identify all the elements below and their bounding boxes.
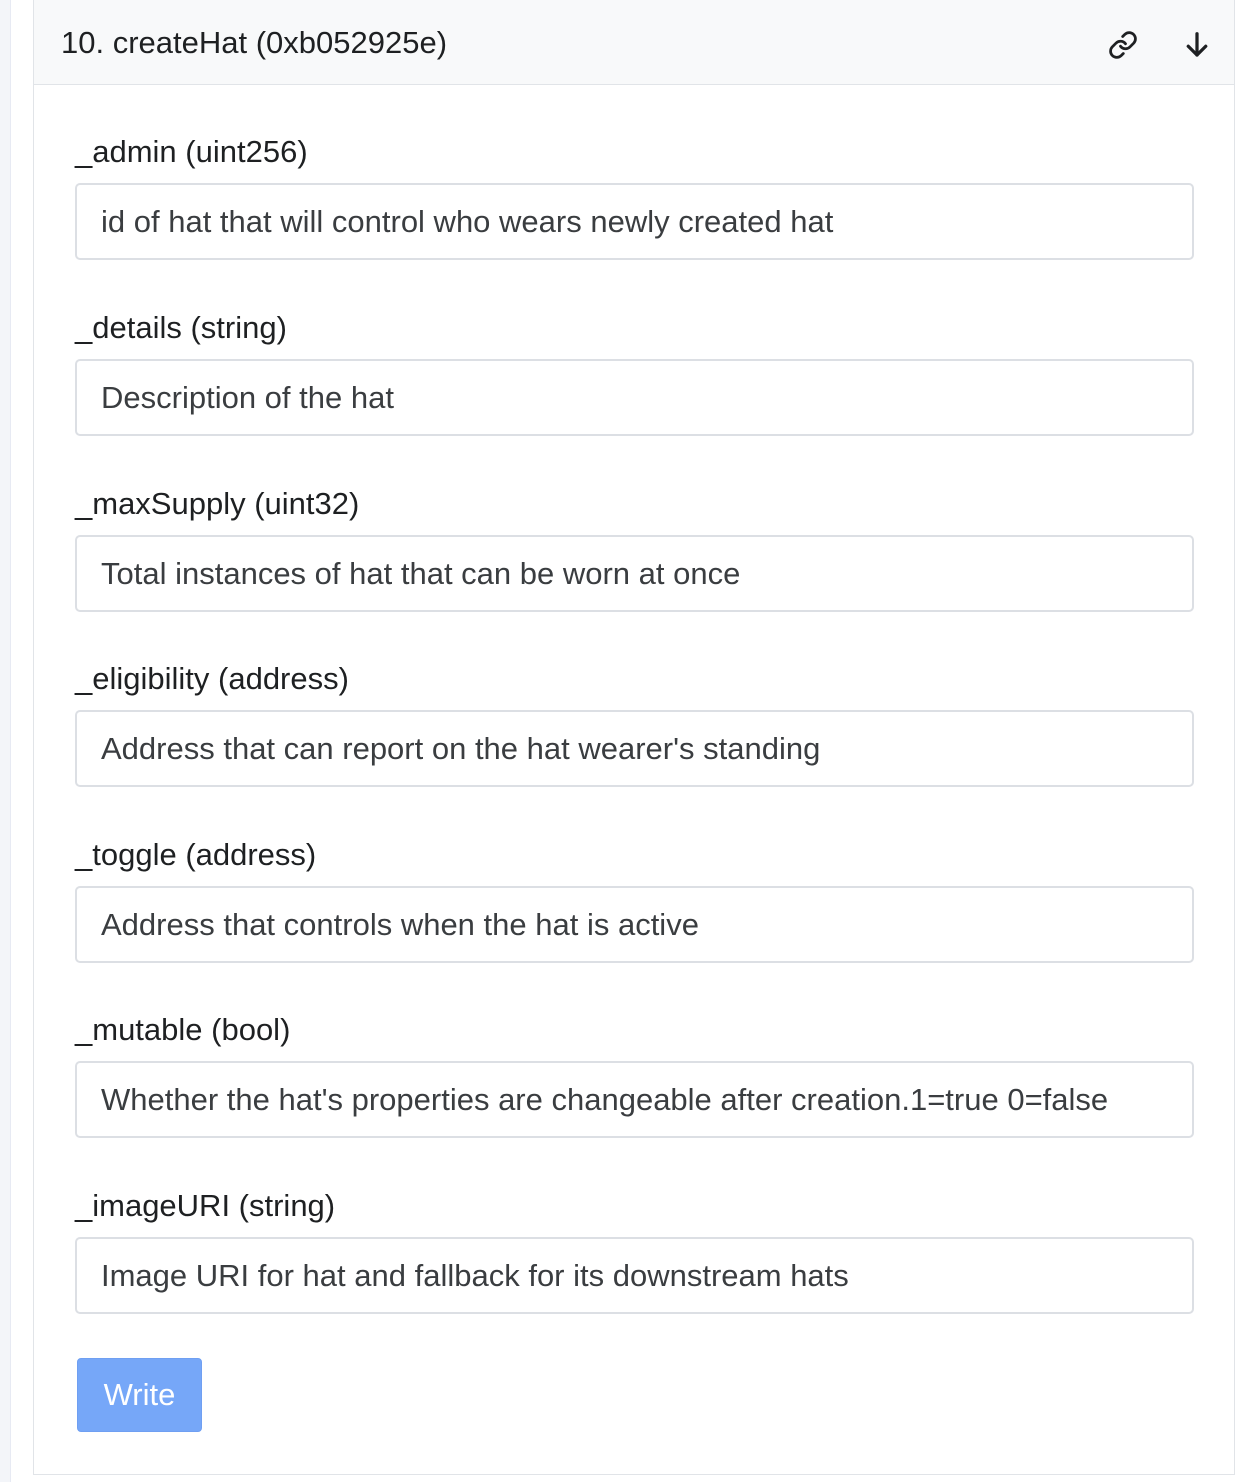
eligibility-input[interactable] — [75, 710, 1194, 787]
arrow-down-icon[interactable] — [1180, 28, 1214, 62]
function-card-header[interactable]: 10. createHat (0xb052925e) — [34, 0, 1234, 85]
mutable-input[interactable] — [75, 1061, 1194, 1138]
maxsupply-input[interactable] — [75, 535, 1194, 612]
page-left-edge — [0, 0, 11, 1482]
field-label-imageuri: _imageURI (string) — [75, 1188, 336, 1223]
link-icon[interactable] — [1106, 28, 1140, 62]
details-input[interactable] — [75, 359, 1194, 436]
function-card-createHat: 10. createHat (0xb052925e) _admin (uint2… — [33, 0, 1235, 1475]
function-title: 10. createHat (0xb052925e) — [61, 25, 448, 60]
field-label-toggle: _toggle (address) — [75, 837, 317, 872]
field-label-mutable: _mutable (bool) — [75, 1012, 291, 1047]
field-label-details: _details (string) — [75, 310, 287, 345]
field-label-maxsupply: _maxSupply (uint32) — [75, 486, 360, 521]
imageuri-input[interactable] — [75, 1237, 1194, 1314]
field-label-eligibility: _eligibility (address) — [75, 661, 349, 696]
toggle-input[interactable] — [75, 886, 1194, 963]
write-button[interactable]: Write — [77, 1358, 202, 1432]
field-label-admin: _admin (uint256) — [75, 134, 308, 169]
admin-input[interactable] — [75, 183, 1194, 260]
